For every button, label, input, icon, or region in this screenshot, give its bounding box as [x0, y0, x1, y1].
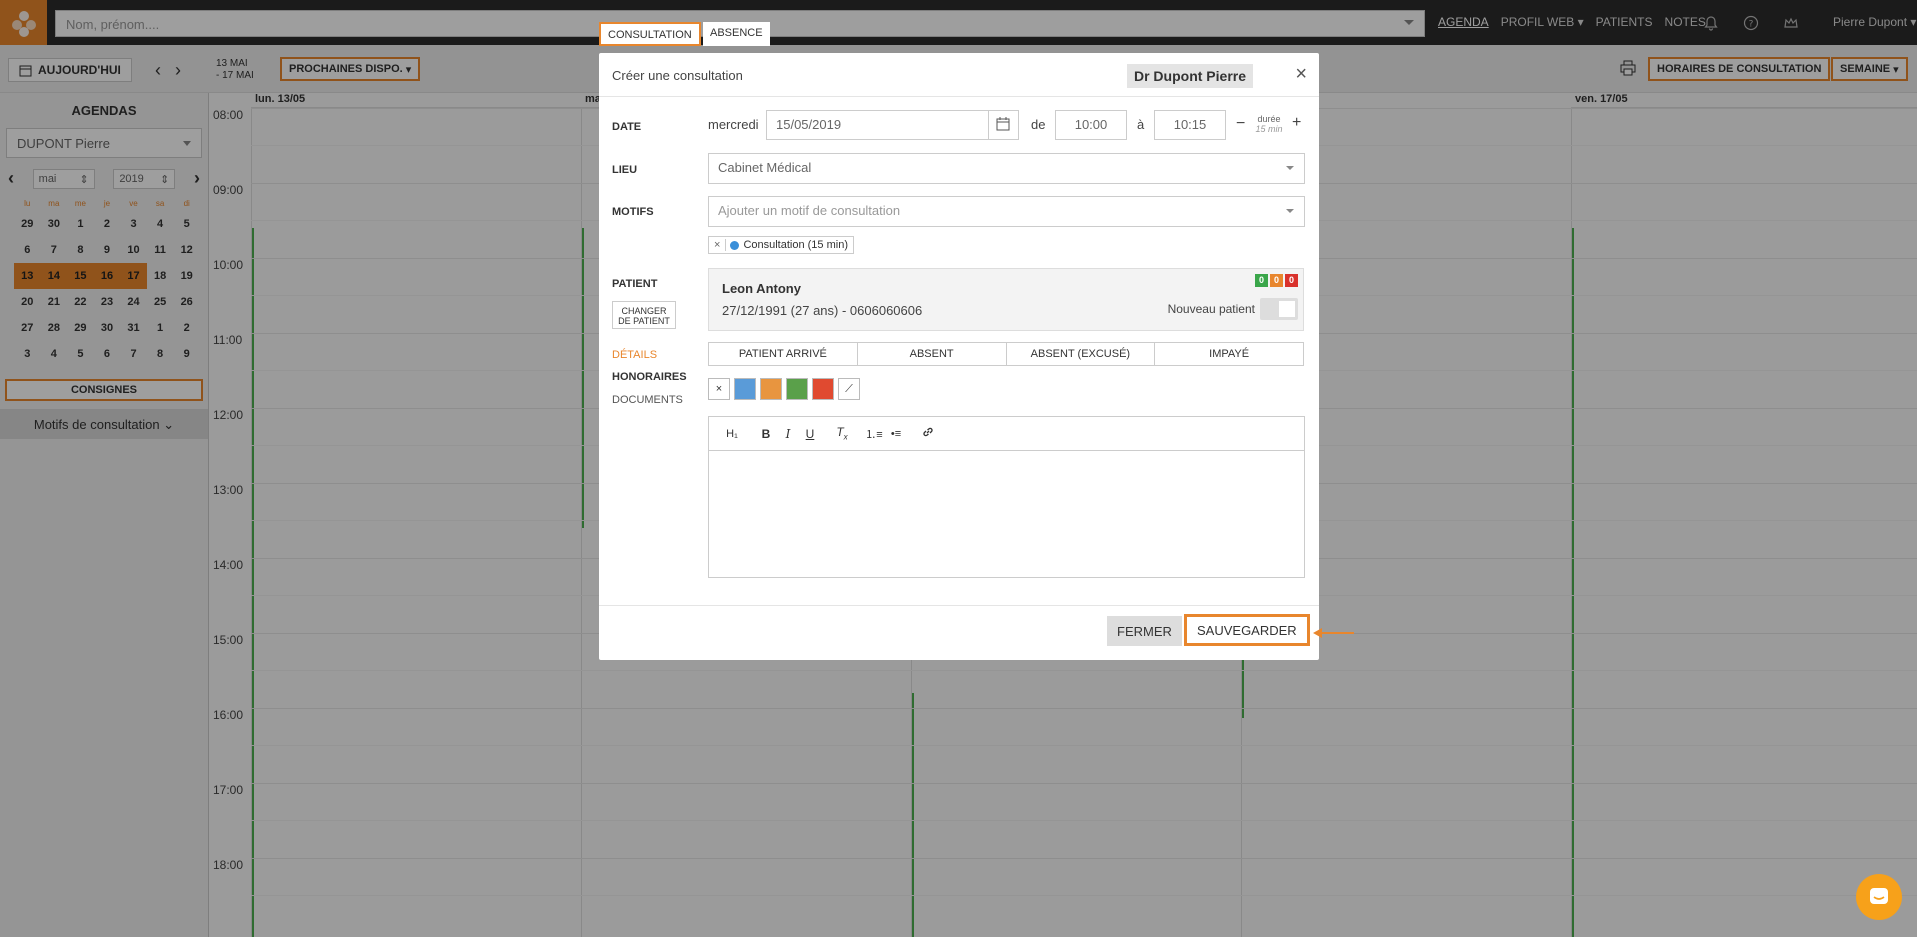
- date-value: 15/05/2019: [776, 117, 842, 132]
- save-button[interactable]: SAUVEGARDER: [1184, 614, 1310, 646]
- new-patient-label: Nouveau patient: [1167, 302, 1255, 316]
- status-absent-excused[interactable]: ABSENT (EXCUSÉ): [1007, 343, 1156, 365]
- weekday-text: mercredi: [708, 117, 759, 132]
- lieu-value: Cabinet Médical: [718, 160, 812, 175]
- change-patient-line1: CHANGER: [621, 306, 667, 316]
- duration-value: 15 min: [1255, 124, 1283, 134]
- new-patient-toggle[interactable]: [1260, 298, 1298, 320]
- modal-footer: FERMER SAUVEGARDER: [599, 605, 1319, 660]
- status-absent[interactable]: ABSENT: [858, 343, 1007, 365]
- link-icon[interactable]: [917, 426, 939, 441]
- chat-icon: [1870, 888, 1888, 904]
- change-patient-button[interactable]: CHANGER DE PATIENT: [612, 301, 676, 329]
- chevron-down-icon: [1286, 166, 1294, 170]
- color-swatch-red[interactable]: [812, 378, 834, 400]
- underline-icon[interactable]: U: [799, 427, 821, 441]
- motif-color-dot: [730, 240, 740, 250]
- ordered-list-icon[interactable]: ⒈≡: [863, 426, 885, 442]
- editor-content[interactable]: [709, 451, 1304, 577]
- date-input[interactable]: 15/05/2019: [766, 110, 989, 140]
- start-time-value: 10:00: [1074, 117, 1108, 132]
- heading-icon[interactable]: H₁: [719, 428, 745, 440]
- motifs-label: MOTIFS: [612, 206, 654, 218]
- duration-display: durée 15 min: [1251, 114, 1287, 134]
- color-swatch-orange[interactable]: [760, 378, 782, 400]
- plus-icon[interactable]: +: [1292, 114, 1301, 132]
- motif-tag-label: Consultation (15 min): [743, 239, 848, 251]
- lieu-select[interactable]: Cabinet Médical: [708, 153, 1305, 184]
- editor-toolbar: H₁ B I U Tx ⒈≡ •≡: [709, 417, 1304, 451]
- tab-consultation[interactable]: CONSULTATION: [599, 22, 701, 46]
- tab-absence[interactable]: ABSENCE: [703, 22, 770, 46]
- notes-editor: H₁ B I U Tx ⒈≡ •≡: [708, 416, 1305, 578]
- color-swatch-green[interactable]: [786, 378, 808, 400]
- start-time-input[interactable]: 10:00: [1055, 110, 1127, 140]
- motif-select[interactable]: Ajouter un motif de consultation: [708, 196, 1305, 227]
- close-button[interactable]: FERMER: [1107, 616, 1182, 646]
- color-picker: × ⟋: [708, 378, 860, 400]
- italic-icon[interactable]: I: [777, 427, 799, 441]
- calendar-picker-button[interactable]: [988, 110, 1019, 140]
- color-swatch-blue[interactable]: [734, 378, 756, 400]
- calendar-icon: [996, 117, 1010, 131]
- patient-info: 27/12/1991 (27 ans) - 0606060606: [722, 303, 923, 318]
- patient-badges: 0 0 0: [1255, 274, 1298, 287]
- clear-format-icon[interactable]: Tx: [831, 425, 853, 441]
- patient-card: Leon Antony 27/12/1991 (27 ans) - 060606…: [708, 268, 1304, 331]
- status-patient-arrived[interactable]: PATIENT ARRIVÉ: [709, 343, 858, 365]
- status-unpaid[interactable]: IMPAYÉ: [1155, 343, 1303, 365]
- doctor-badge: Dr Dupont Pierre: [1126, 64, 1253, 88]
- patient-name[interactable]: Leon Antony: [722, 281, 801, 296]
- badge-orange: 0: [1270, 274, 1283, 287]
- remove-tag-icon[interactable]: ×: [709, 239, 727, 251]
- clear-color-icon[interactable]: ×: [708, 378, 730, 400]
- bold-icon[interactable]: B: [755, 427, 777, 441]
- motif-placeholder: Ajouter un motif de consultation: [718, 203, 901, 218]
- tab-details[interactable]: DÉTAILS: [612, 349, 657, 361]
- tab-honoraires[interactable]: HONORAIRES: [612, 371, 687, 383]
- end-time-value: 10:15: [1173, 117, 1207, 132]
- patient-label: PATIENT: [612, 278, 658, 290]
- badge-green: 0: [1255, 274, 1268, 287]
- close-icon[interactable]: ×: [1295, 63, 1307, 86]
- date-label: DATE: [612, 121, 642, 133]
- arrow-left-icon: [1312, 626, 1356, 643]
- motif-tag: × Consultation (15 min): [708, 236, 854, 254]
- chevron-down-icon: [1286, 209, 1294, 213]
- to-text: à: [1137, 117, 1145, 132]
- status-buttons: PATIENT ARRIVÉ ABSENT ABSENT (EXCUSÉ) IM…: [708, 342, 1304, 366]
- custom-color-icon[interactable]: ⟋: [838, 378, 860, 400]
- tab-documents[interactable]: DOCUMENTS: [612, 394, 683, 406]
- badge-red: 0: [1285, 274, 1298, 287]
- duration-label: durée: [1257, 114, 1281, 124]
- minus-icon[interactable]: −: [1236, 115, 1245, 133]
- change-patient-line2: DE PATIENT: [618, 316, 670, 326]
- modal-header: Créer une consultation Dr Dupont Pierre …: [599, 53, 1319, 97]
- lieu-label: LIEU: [612, 164, 638, 176]
- from-text: de: [1031, 117, 1046, 132]
- bullet-list-icon[interactable]: •≡: [885, 428, 907, 440]
- chat-button[interactable]: [1856, 874, 1902, 920]
- modal-title: Créer une consultation: [612, 68, 743, 83]
- end-time-input[interactable]: 10:15: [1154, 110, 1226, 140]
- create-consultation-modal: Créer une consultation Dr Dupont Pierre …: [599, 53, 1319, 660]
